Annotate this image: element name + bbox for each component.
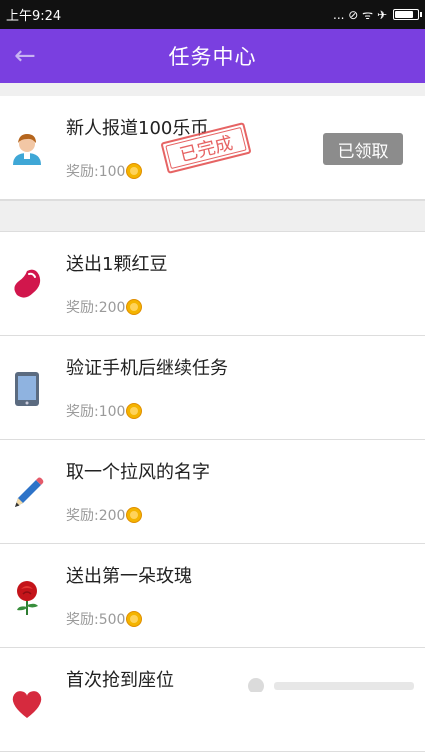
- task-reward: 奖励:200: [66, 297, 143, 317]
- page-title: 任务中心: [168, 45, 257, 69]
- task-name: 送出1颗红豆: [66, 254, 168, 275]
- task-reward: 奖励:500: [66, 609, 143, 629]
- reward-label: 奖励:100: [66, 164, 126, 180]
- coin-icon: [126, 299, 143, 315]
- coin-icon: [126, 507, 143, 523]
- reward-label: 奖励:500: [66, 612, 126, 628]
- task-item[interactable]: 送出第一朵玫瑰 奖励:500: [0, 544, 425, 648]
- task-item[interactable]: 验证手机后继续任务 奖励:100: [0, 336, 425, 440]
- task-reward: 奖励:100: [66, 161, 143, 181]
- section-divider: [0, 200, 425, 232]
- status-indicators: ... ⊘ ᯤ ✈: [333, 6, 422, 23]
- reward-label: 奖励:200: [66, 508, 126, 524]
- watermark-logo: [248, 678, 414, 692]
- app-bar: ← 任务中心: [0, 29, 425, 83]
- pencil-icon: [15, 477, 44, 507]
- avatar-icon: [13, 134, 41, 165]
- task-item[interactable]: 送出1颗红豆 奖励:200: [0, 232, 425, 336]
- phone-icon: [15, 372, 39, 406]
- status-bar: 上午9:24 ... ⊘ ᯤ ✈: [0, 0, 425, 29]
- task-name: 取一个拉风的名字: [66, 462, 210, 483]
- task-item[interactable]: 取一个拉风的名字 奖励:200: [0, 440, 425, 544]
- battery-icon: [393, 9, 422, 20]
- reward-label: 奖励:200: [66, 300, 126, 316]
- status-icons: ... ⊘ ᯤ ✈: [333, 8, 387, 22]
- coin-icon: [126, 611, 143, 627]
- claimed-button[interactable]: 已领取: [323, 133, 403, 165]
- task-name: 首次抢到座位: [66, 670, 174, 691]
- task-name: 送出第一朵玫瑰: [66, 566, 192, 587]
- reward-label: 奖励:100: [66, 404, 126, 420]
- back-arrow-icon[interactable]: ←: [14, 42, 42, 70]
- section-divider: [0, 83, 425, 96]
- task-name: 验证手机后继续任务: [66, 358, 228, 379]
- task-list: 新人报道100乐币 已完成 奖励:100 已领取 送出1颗红豆 奖励:200 验…: [0, 83, 425, 752]
- task-item[interactable]: 新人报道100乐币 已完成 奖励:100 已领取: [0, 96, 425, 200]
- task-reward: 奖励:200: [66, 505, 143, 525]
- task-reward: 奖励:100: [66, 401, 143, 421]
- coin-icon: [126, 403, 143, 419]
- rose-icon: [17, 581, 38, 615]
- heart-icon: [12, 691, 42, 718]
- red-bean-icon: [14, 269, 41, 298]
- task-item[interactable]: 首次抢到座位: [0, 648, 425, 752]
- coin-icon: [126, 163, 143, 179]
- status-time: 上午9:24: [6, 9, 62, 24]
